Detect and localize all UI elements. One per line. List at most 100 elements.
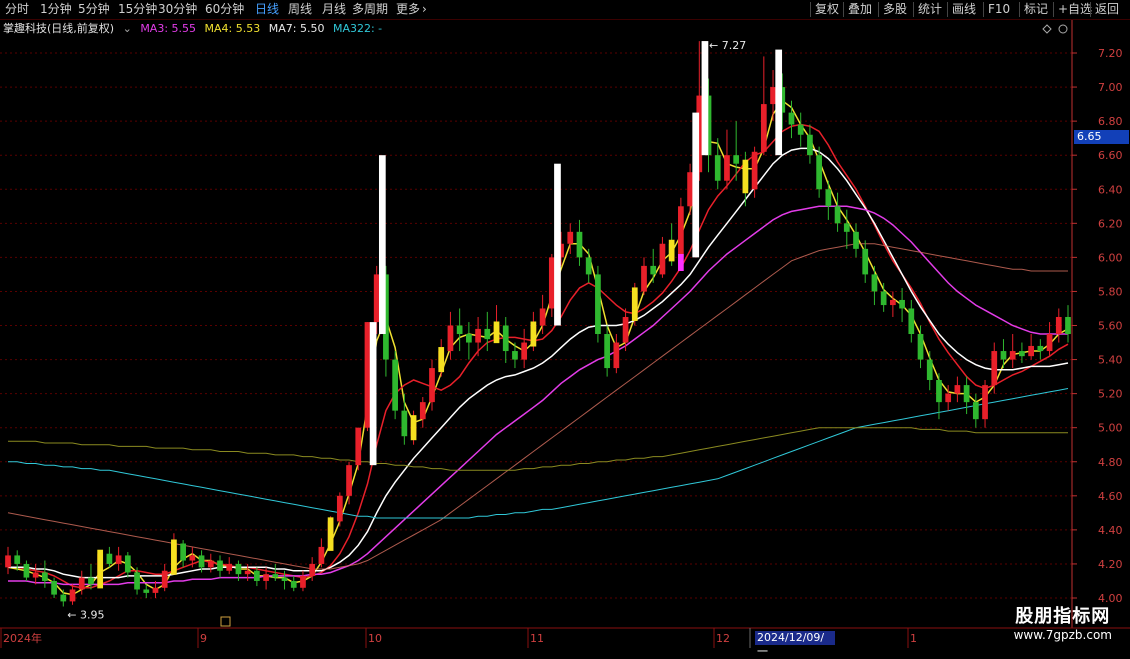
period-tab-1[interactable]: 1分钟 bbox=[40, 1, 72, 17]
candle-body bbox=[60, 594, 67, 602]
toolbar-separator bbox=[983, 2, 984, 17]
candle-body bbox=[1037, 345, 1044, 352]
candle-body bbox=[807, 134, 813, 156]
candle-body bbox=[641, 265, 647, 292]
toolbar-button-5[interactable]: F10 bbox=[988, 1, 1010, 17]
candle-body bbox=[991, 351, 998, 386]
period-tab-6[interactable]: 日线 bbox=[255, 1, 279, 17]
signal-bar-yellow bbox=[410, 415, 417, 441]
period-tab-8[interactable]: 月线 bbox=[322, 1, 346, 17]
candle-body bbox=[502, 325, 509, 352]
period-tab-10[interactable]: 更多 bbox=[396, 1, 420, 17]
candle-body bbox=[1019, 351, 1025, 357]
y-tick-label-11: 5.00 bbox=[1098, 422, 1123, 435]
candle-body bbox=[226, 563, 233, 571]
ma-line-ma60 bbox=[8, 205, 1068, 586]
circle-icon[interactable] bbox=[1058, 24, 1068, 34]
candlestick-chart[interactable]: 7.20 7.00 6.80 6.60 6.40 6.20 6.00 5.80 5.60 5.40… bbox=[0, 20, 1130, 650]
candle-body bbox=[263, 574, 269, 581]
candle-body bbox=[936, 380, 942, 403]
candle-body bbox=[724, 155, 730, 181]
x-tick-label-6: 1 bbox=[910, 632, 917, 645]
toolbar-button-0[interactable]: 复权 bbox=[815, 1, 839, 17]
x-tick-label-4: 12 bbox=[716, 632, 730, 645]
y-tick-label-15: 4.20 bbox=[1098, 558, 1123, 571]
toolbar-button-2[interactable]: 多股 bbox=[883, 1, 907, 17]
y-tick-label-0: 7.20 bbox=[1098, 47, 1123, 60]
candle-body bbox=[447, 325, 454, 352]
period-tab-3[interactable]: 15分钟 bbox=[118, 1, 157, 17]
candle-body bbox=[539, 308, 546, 326]
toolbar-button-7[interactable]: +自选 bbox=[1058, 1, 1092, 17]
candle-body bbox=[576, 231, 583, 258]
signal-bar-white bbox=[775, 49, 783, 156]
candle-body bbox=[595, 274, 601, 335]
candle-body bbox=[152, 587, 159, 593]
candle-body bbox=[51, 580, 57, 595]
candle-body bbox=[235, 563, 242, 575]
ma-line-ma500 bbox=[8, 427, 1068, 471]
ma-line-ma120 bbox=[7, 243, 1068, 570]
candle-body bbox=[622, 316, 629, 343]
y-tick-label-1: 7.00 bbox=[1098, 81, 1123, 94]
y-tick-label-16: 4.00 bbox=[1098, 592, 1123, 605]
toolbar-separator bbox=[913, 2, 914, 17]
toolbar-separator bbox=[947, 2, 948, 17]
candle-body bbox=[161, 570, 168, 588]
diamond-icon[interactable] bbox=[1042, 24, 1052, 34]
toolbar-button-4[interactable]: 画线 bbox=[952, 1, 976, 17]
period-tab-2[interactable]: 5分钟 bbox=[78, 1, 110, 17]
candle-body bbox=[751, 151, 758, 190]
candle-body bbox=[456, 325, 463, 335]
event-marker-icon[interactable] bbox=[220, 616, 231, 627]
candle-body bbox=[475, 328, 481, 343]
period-tab-7[interactable]: 周线 bbox=[288, 1, 312, 17]
toolbar-button-3[interactable]: 统计 bbox=[918, 1, 942, 17]
candle-body bbox=[585, 257, 592, 275]
y-tick-label-13: 4.60 bbox=[1098, 490, 1123, 503]
candle-body bbox=[134, 572, 140, 590]
candle-body bbox=[890, 299, 896, 306]
toolbar-button-1[interactable]: 叠加 bbox=[848, 1, 872, 17]
candle-body bbox=[1000, 351, 1007, 360]
toolbar-button-6[interactable]: 标记 bbox=[1024, 1, 1048, 17]
candle-body bbox=[548, 257, 555, 309]
candle-body bbox=[300, 575, 306, 588]
period-tab-5[interactable]: 60分钟 bbox=[205, 1, 244, 17]
candle-body bbox=[290, 580, 297, 588]
x-tick-label-1: 9 bbox=[200, 632, 207, 645]
candle-body bbox=[180, 543, 186, 561]
candle-body bbox=[917, 334, 924, 360]
toolbar-separator bbox=[1090, 2, 1091, 17]
candle-body bbox=[567, 231, 574, 244]
candle-body bbox=[963, 385, 970, 403]
y-tick-label-12: 4.80 bbox=[1098, 456, 1123, 469]
toolbar-button-8[interactable]: 返回 bbox=[1095, 1, 1119, 17]
toolbar-separator bbox=[843, 2, 844, 17]
candle-body bbox=[355, 427, 362, 466]
candle-body bbox=[1065, 316, 1071, 335]
candle-body bbox=[512, 351, 518, 360]
candle-body bbox=[899, 299, 905, 309]
period-tab-0[interactable]: 分时 bbox=[5, 1, 29, 17]
candle-body bbox=[678, 206, 684, 258]
candle-body bbox=[797, 124, 804, 135]
candle-body bbox=[982, 385, 988, 420]
signal-bar-yellow bbox=[171, 539, 177, 575]
candle-body bbox=[88, 577, 94, 585]
candle-body bbox=[254, 570, 260, 581]
period-tab-9[interactable]: 多周期 bbox=[352, 1, 388, 17]
high-price-annotation: ← 7.27 bbox=[709, 39, 746, 52]
candle-body bbox=[521, 342, 528, 360]
more-arrow-icon[interactable]: › bbox=[422, 1, 427, 17]
candle-body bbox=[198, 555, 205, 568]
candle-body bbox=[733, 155, 740, 164]
signal-bar-yellow bbox=[742, 159, 749, 194]
candle-body bbox=[217, 560, 223, 571]
candle-body bbox=[871, 274, 878, 292]
candle-body bbox=[419, 402, 426, 420]
period-tab-4[interactable]: 30分钟 bbox=[158, 1, 197, 17]
signal-bar-yellow bbox=[631, 287, 638, 321]
candle-body bbox=[650, 265, 657, 275]
y-tick-label-4: 6.40 bbox=[1098, 183, 1123, 196]
